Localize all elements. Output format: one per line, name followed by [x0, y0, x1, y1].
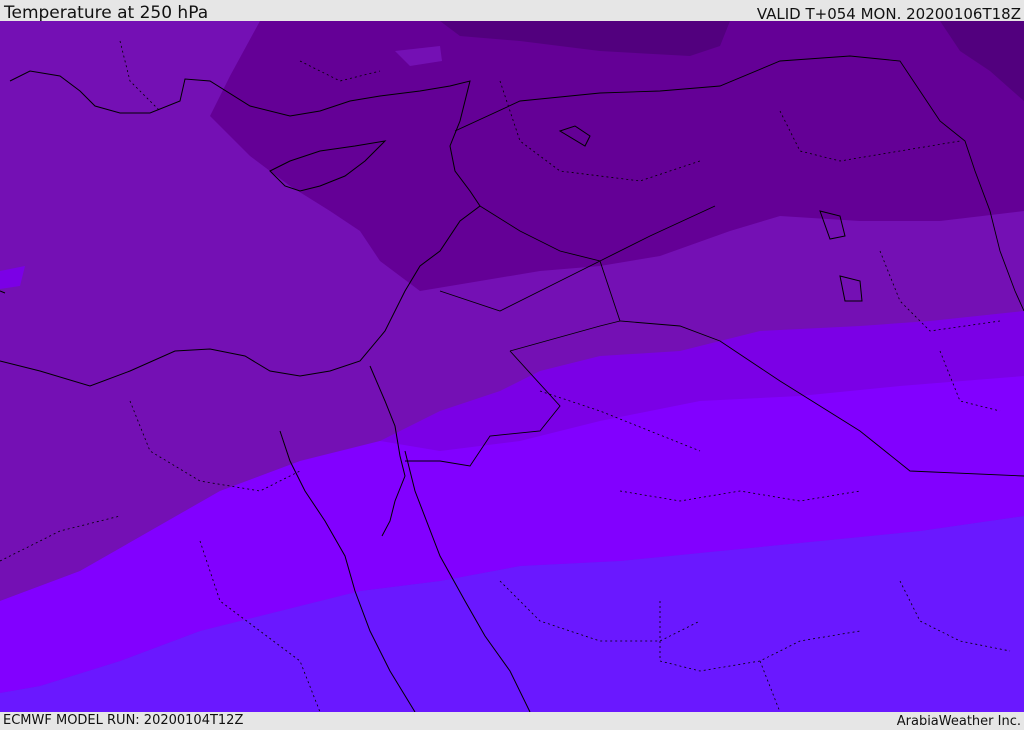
- temperature-map[interactable]: [0, 21, 1024, 712]
- credit-label: ArabiaWeather Inc.: [896, 714, 1021, 729]
- header-bar: Temperature at 250 hPa VALID T+054 MON. …: [0, 0, 1024, 23]
- model-run-label: ECMWF MODEL RUN: 20200104T12Z: [3, 713, 244, 728]
- map-canvas: [0, 21, 1024, 712]
- map-title: Temperature at 250 hPa: [4, 3, 209, 23]
- footer-bar: ECMWF MODEL RUN: 20200104T12Z ArabiaWeat…: [0, 712, 1024, 729]
